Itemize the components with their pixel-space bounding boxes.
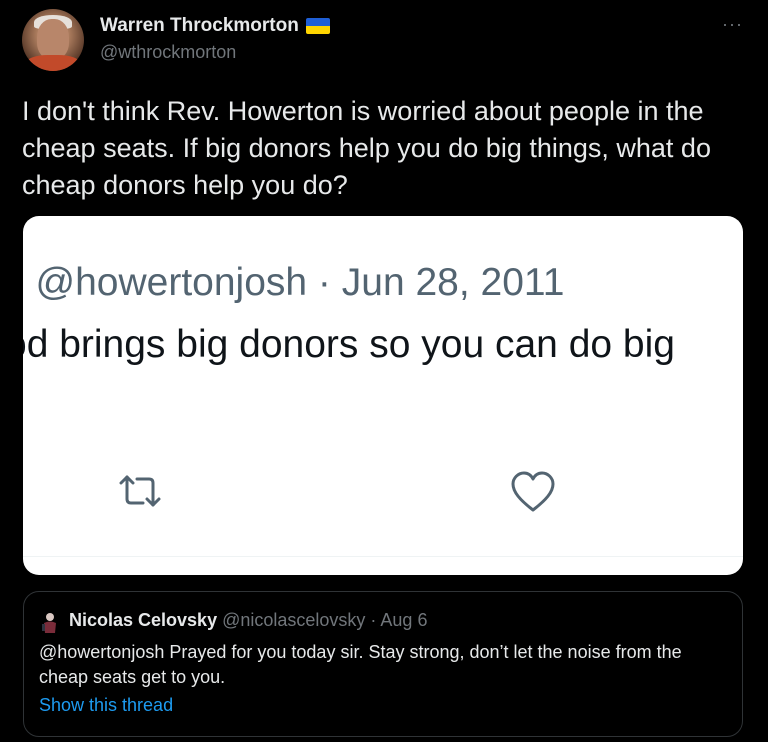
quote-author-meta: @nicolascelovsky · Aug 6 [222, 610, 428, 630]
avatar-shirt [26, 55, 80, 71]
quote-author-name[interactable]: Nicolas Celovsky [69, 610, 217, 630]
media-tweet-text: od brings big donors so you can do big [23, 323, 675, 366]
heart-icon [511, 471, 555, 512]
quote-header: Nicolas Celovsky @nicolascelovsky · Aug … [69, 610, 427, 631]
retweet-icon [119, 475, 161, 507]
quote-text: @howertonjosh Prayed for you today sir. … [39, 642, 682, 687]
more-options-icon[interactable]: ··· [722, 14, 743, 35]
media-divider [23, 556, 743, 557]
media-handle-date: n @howertonjosh · Jun 28, 2011 [23, 261, 565, 304]
author-name-row[interactable]: Warren Throckmorton [100, 15, 330, 37]
author-avatar[interactable] [22, 9, 84, 71]
avatar-face [37, 19, 69, 59]
tweet-text: I don't think Rev. Howerton is worried a… [22, 96, 711, 200]
media-image[interactable]: n @howertonjosh · Jun 28, 2011 od brings… [23, 216, 743, 575]
quoted-tweet-card[interactable]: Nicolas Celovsky @nicolascelovsky · Aug … [23, 591, 743, 737]
author-handle[interactable]: @wthrockmorton [100, 42, 236, 63]
ukraine-flag-icon [305, 18, 330, 34]
show-thread-link[interactable]: Show this thread [39, 695, 173, 716]
author-display-name[interactable]: Warren Throckmorton [100, 15, 299, 37]
quote-avatar-icon[interactable] [39, 611, 61, 635]
